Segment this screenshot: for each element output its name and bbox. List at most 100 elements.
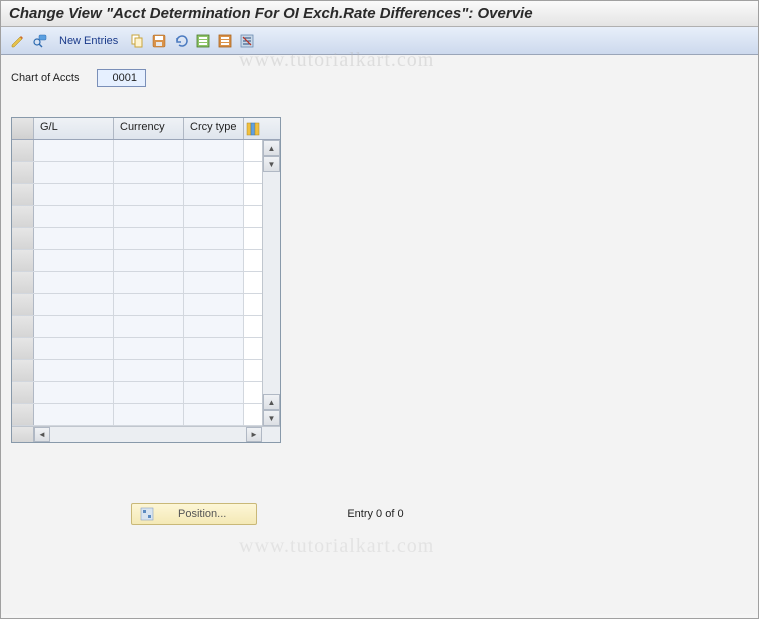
cell-currency[interactable] — [114, 316, 184, 337]
chart-of-accts-value[interactable]: 0001 — [97, 69, 145, 87]
table-row[interactable] — [12, 338, 262, 360]
table-row[interactable] — [12, 250, 262, 272]
cell-crcy-type[interactable] — [184, 338, 244, 359]
chart-of-accts-row: Chart of Accts 0001 — [11, 69, 748, 87]
cell-gl[interactable] — [34, 228, 114, 249]
content-area: Chart of Accts 0001 G/L Currency Crcy ty… — [1, 55, 758, 614]
scroll-down-icon[interactable]: ▼ — [263, 410, 280, 426]
select-all-column[interactable] — [12, 118, 34, 139]
cell-gl[interactable] — [34, 206, 114, 227]
undo-icon[interactable] — [172, 32, 190, 50]
cell-gl[interactable] — [34, 272, 114, 293]
cell-gl[interactable] — [34, 316, 114, 337]
scroll-right-icon[interactable]: ► — [246, 427, 262, 442]
position-label: Position... — [178, 508, 226, 520]
toolbar: New Entries — [1, 27, 758, 55]
cell-crcy-type[interactable] — [184, 206, 244, 227]
cell-currency[interactable] — [114, 206, 184, 227]
table-row[interactable] — [12, 316, 262, 338]
row-selector[interactable] — [12, 360, 34, 381]
row-selector[interactable] — [12, 140, 34, 161]
cell-currency[interactable] — [114, 338, 184, 359]
new-entries-button[interactable]: New Entries — [53, 35, 124, 47]
cell-currency[interactable] — [114, 294, 184, 315]
row-selector[interactable] — [12, 228, 34, 249]
cell-currency[interactable] — [114, 272, 184, 293]
cell-currency[interactable] — [114, 360, 184, 381]
cell-gl[interactable] — [34, 140, 114, 161]
position-button[interactable]: Position... — [131, 503, 257, 525]
cell-gl[interactable] — [34, 294, 114, 315]
cell-crcy-type[interactable] — [184, 316, 244, 337]
hscroll-track[interactable] — [50, 427, 246, 442]
table-row[interactable] — [12, 382, 262, 404]
cell-gl[interactable] — [34, 338, 114, 359]
table-row[interactable] — [12, 140, 262, 162]
table-row[interactable] — [12, 228, 262, 250]
row-selector[interactable] — [12, 338, 34, 359]
cell-crcy-type[interactable] — [184, 382, 244, 403]
configure-columns-icon[interactable] — [244, 118, 262, 139]
table-row[interactable] — [12, 162, 262, 184]
scroll-down-small-icon[interactable]: ▼ — [263, 156, 280, 172]
cell-crcy-type[interactable] — [184, 184, 244, 205]
table-row[interactable] — [12, 272, 262, 294]
cell-crcy-type[interactable] — [184, 294, 244, 315]
cell-gl[interactable] — [34, 250, 114, 271]
horizontal-scrollbar[interactable]: ◄ ► — [12, 426, 280, 442]
scroll-up-icon[interactable]: ▲ — [263, 140, 280, 156]
cell-currency[interactable] — [114, 382, 184, 403]
delete-icon[interactable] — [238, 32, 256, 50]
table-row[interactable] — [12, 184, 262, 206]
cell-currency[interactable] — [114, 404, 184, 425]
cell-gl[interactable] — [34, 382, 114, 403]
cell-gl[interactable] — [34, 404, 114, 425]
cell-gl[interactable] — [34, 360, 114, 381]
row-selector[interactable] — [12, 162, 34, 183]
cell-crcy-type[interactable] — [184, 360, 244, 381]
column-header-crcy-type[interactable]: Crcy type — [184, 118, 244, 139]
scroll-left-icon[interactable]: ◄ — [34, 427, 50, 442]
row-selector[interactable] — [12, 272, 34, 293]
deselect-all-icon[interactable] — [216, 32, 234, 50]
cell-crcy-type[interactable] — [184, 272, 244, 293]
column-header-currency[interactable]: Currency — [114, 118, 184, 139]
save-icon[interactable] — [150, 32, 168, 50]
row-selector[interactable] — [12, 206, 34, 227]
row-selector[interactable] — [12, 404, 34, 425]
cell-currency[interactable] — [114, 140, 184, 161]
cell-crcy-type[interactable] — [184, 162, 244, 183]
chart-of-accts-label: Chart of Accts — [11, 72, 79, 84]
vertical-scrollbar[interactable]: ▲ ▼ ▲ ▼ — [262, 140, 280, 426]
cell-gl[interactable] — [34, 162, 114, 183]
column-header-gl[interactable]: G/L — [34, 118, 114, 139]
change-display-icon[interactable] — [9, 32, 27, 50]
cell-currency[interactable] — [114, 162, 184, 183]
find-icon[interactable] — [31, 32, 49, 50]
table-row[interactable] — [12, 294, 262, 316]
table-row[interactable] — [12, 404, 262, 426]
row-selector[interactable] — [12, 250, 34, 271]
row-selector[interactable] — [12, 316, 34, 337]
footer-row: Position... Entry 0 of 0 — [11, 503, 748, 525]
cell-gl[interactable] — [34, 184, 114, 205]
data-grid: G/L Currency Crcy type ▲ ▼ ▲ ▼ ◄ ► — [11, 117, 281, 443]
row-selector[interactable] — [12, 382, 34, 403]
cell-crcy-type[interactable] — [184, 404, 244, 425]
cell-crcy-type[interactable] — [184, 140, 244, 161]
title-bar: Change View "Acct Determination For OI E… — [1, 1, 758, 27]
cell-currency[interactable] — [114, 184, 184, 205]
scroll-track[interactable] — [263, 172, 280, 394]
cell-crcy-type[interactable] — [184, 228, 244, 249]
table-row[interactable] — [12, 206, 262, 228]
table-row[interactable] — [12, 360, 262, 382]
row-selector[interactable] — [12, 294, 34, 315]
cell-currency[interactable] — [114, 228, 184, 249]
row-selector[interactable] — [12, 184, 34, 205]
scroll-up-small-icon[interactable]: ▲ — [263, 394, 280, 410]
cell-currency[interactable] — [114, 250, 184, 271]
select-all-icon[interactable] — [194, 32, 212, 50]
position-icon — [140, 507, 154, 521]
copy-icon[interactable] — [128, 32, 146, 50]
cell-crcy-type[interactable] — [184, 250, 244, 271]
